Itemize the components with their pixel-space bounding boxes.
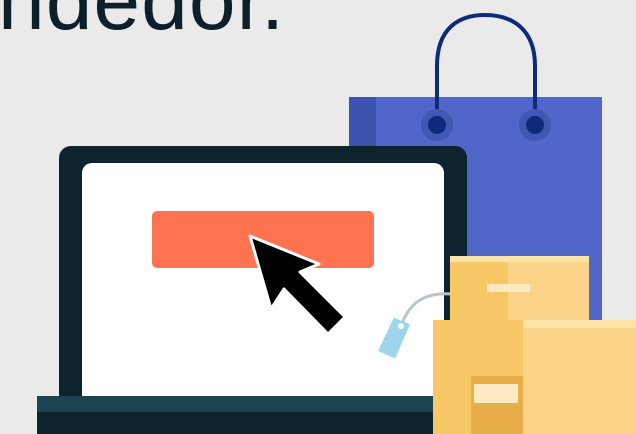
illustration-scene [37,12,636,434]
laptop-base-shadow [37,412,457,434]
promo-illustration: ndedor. [0,0,636,434]
laptop-icon [37,146,467,434]
cardboard-boxes-icon [433,256,636,434]
